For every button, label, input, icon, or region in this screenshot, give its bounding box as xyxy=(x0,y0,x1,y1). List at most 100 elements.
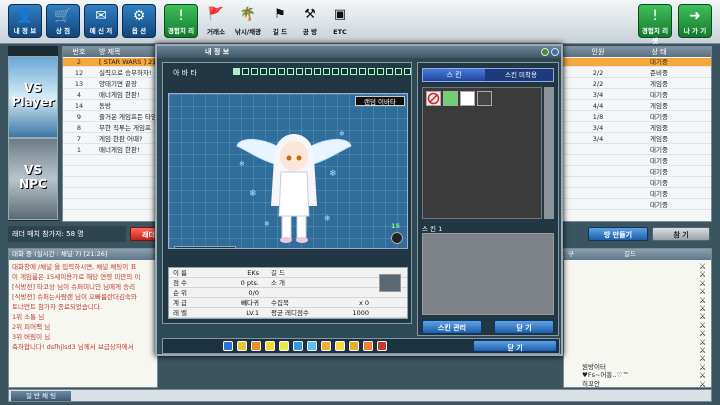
svg-text:❄: ❄ xyxy=(249,189,257,199)
avatar-slot[interactable] xyxy=(269,68,276,75)
tab-skin[interactable]: 스 킨 xyxy=(423,69,485,81)
skin-green-icon[interactable] xyxy=(443,91,458,106)
avatar-slot[interactable] xyxy=(350,68,357,75)
create-room-button[interactable]: 방 만들기 xyxy=(588,227,648,241)
fishing-tool[interactable]: 🌴 낚시/채광 xyxy=(232,3,264,41)
stat-value: LV.1 xyxy=(246,309,259,317)
chat-line: 2위 피어팩 님 xyxy=(12,323,51,331)
avatar-slot[interactable] xyxy=(278,68,285,75)
etc-tool[interactable]: ▣ ETC xyxy=(326,3,354,41)
avatar-slot[interactable] xyxy=(368,68,375,75)
guild-tool[interactable]: ⚑ 길 드 xyxy=(266,3,294,41)
palette-item[interactable] xyxy=(223,341,233,351)
avatar-slot[interactable] xyxy=(242,68,249,75)
stat-value: EKs xyxy=(247,269,259,277)
exit-icon: ➜ xyxy=(689,8,701,24)
join-button[interactable]: 참 기 xyxy=(652,227,710,241)
room-number: 14 xyxy=(74,102,84,110)
workshop-tool[interactable]: ⚒ 공 방 xyxy=(296,3,324,41)
chat-line: 대화창에 /채널 을 입력하시면, 채널 채팅이 표 xyxy=(12,263,137,271)
tab-skin-unequipped[interactable]: 스킨 미착용 xyxy=(489,69,553,81)
avatar-slot[interactable] xyxy=(341,68,348,75)
top-toolbar: 👤 내 정 보 🛒 상 점 ✉ 메 신 저 ⚙ 옵 션 ! 경험치 리 🚩 거래소 🌴 낚시/… xyxy=(0,0,720,45)
chat-line: 토너먼트 참가자 종료되었습니다. xyxy=(12,303,102,311)
palette-item[interactable] xyxy=(279,341,289,351)
avatar-slot[interactable] xyxy=(323,68,330,75)
my-info-button[interactable]: 👤 내 정 보 xyxy=(8,4,42,38)
palette-item[interactable] xyxy=(293,341,303,351)
room-number: 9 xyxy=(76,113,82,121)
tab-user[interactable]: 구 xyxy=(568,249,574,260)
avatar-slot[interactable] xyxy=(377,68,384,75)
rotate-icon[interactable] xyxy=(391,232,403,244)
messenger-button[interactable]: ✉ 메 신 저 xyxy=(84,4,118,38)
skin-white-icon[interactable] xyxy=(460,91,475,106)
chat-line: [식방전] 슈퍼는사람랜 님이 오빠름란더김숙와 xyxy=(12,293,137,301)
options-button[interactable]: ⚙ 옵 션 xyxy=(122,4,156,38)
stat-label: 이 름 xyxy=(173,269,188,277)
trade-tool[interactable]: 🚩 거래소 xyxy=(202,3,230,41)
avatar-slot[interactable] xyxy=(332,68,339,75)
fishing-icon: 🌴 xyxy=(239,7,257,22)
skin-close-button[interactable]: 닫 기 xyxy=(494,320,554,334)
room-count: 2/2 xyxy=(592,69,604,77)
palette-item[interactable] xyxy=(335,341,345,351)
character-avatar: ❄ ❄ ❄ ❄ ❄ ❄ xyxy=(236,130,352,243)
avatar-slot[interactable] xyxy=(395,68,402,75)
palette-item[interactable] xyxy=(363,341,373,351)
room-status: 게임중 xyxy=(650,124,668,132)
level-badge: 15 xyxy=(391,222,401,230)
list-item[interactable]: 히꼬안 ⚔ xyxy=(564,380,711,389)
avatar-label: 아 바 타 xyxy=(173,69,197,77)
green-exclaim-icon: ! xyxy=(178,8,184,24)
palette-item[interactable] xyxy=(251,341,261,351)
palette-item[interactable] xyxy=(321,341,331,351)
palette-item[interactable] xyxy=(265,341,275,351)
skin-building-icon[interactable] xyxy=(477,91,492,106)
avatar-slot[interactable] xyxy=(260,68,267,75)
palette-item[interactable] xyxy=(307,341,317,351)
dialog-close-button[interactable]: 닫 기 xyxy=(473,340,557,352)
vs-player-button[interactable]: VS Player xyxy=(8,56,58,138)
avatar-slot[interactable] xyxy=(314,68,321,75)
exp-left-button[interactable]: ! 경험치 리 xyxy=(164,4,198,38)
avatar-slot[interactable] xyxy=(287,68,294,75)
room-number: 4 xyxy=(76,91,82,99)
skin-tabs: 스 킨 스킨 미착용 xyxy=(422,68,554,82)
avatar-slot[interactable] xyxy=(404,68,411,75)
palette-item[interactable] xyxy=(377,341,387,351)
room-status: 대기중 xyxy=(650,157,668,165)
avatar-slot[interactable] xyxy=(251,68,258,75)
avatar-slot[interactable] xyxy=(305,68,312,75)
palette-item[interactable] xyxy=(237,341,247,351)
room-status: 대기중 xyxy=(650,146,668,154)
minimize-icon[interactable] xyxy=(541,48,549,56)
shop-button[interactable]: 🛒 상 점 xyxy=(46,4,80,38)
avatar-slot[interactable] xyxy=(233,68,240,75)
skin-manage-button[interactable]: 스킨 관리 xyxy=(422,320,482,334)
stat-value: 0/0 xyxy=(248,289,259,297)
chat-mode-button[interactable]: 일 반 채 팅 xyxy=(11,391,71,401)
svg-text:❄: ❄ xyxy=(264,220,270,228)
chat-panel: 대화 중 (실시간 : 채널 7) [21:26] 대화창에 /채널 을 입력하… xyxy=(8,248,158,388)
exp-reset-button[interactable]: ! 경험치 리셋 xyxy=(638,4,672,45)
avatar-slot[interactable] xyxy=(296,68,303,75)
avatar-slot[interactable] xyxy=(359,68,366,75)
palette-item[interactable] xyxy=(349,341,359,351)
tab-guild[interactable]: 길드 xyxy=(624,249,636,260)
item-palette: 닫 기 xyxy=(162,338,560,354)
avatar-slot[interactable] xyxy=(386,68,393,75)
selected-skin-label: 스 킨 1 xyxy=(422,225,443,233)
no-skin-icon[interactable] xyxy=(426,91,441,106)
stats-panel: 이 름 EKs 길 드점 수 0 pts. 소 개순 위 0/0 계 급 빼다귀 수집북 x 0 레… xyxy=(168,267,408,319)
stat-row: 점 수 0 pts. 소 개 xyxy=(169,279,407,288)
chat-input-bar[interactable]: 일 반 채 팅 xyxy=(8,389,712,402)
stat-label: 순 위 xyxy=(173,289,188,297)
random-avatar-button[interactable]: 랜덤 이바타 xyxy=(355,96,405,106)
room-number: 1 xyxy=(76,146,82,154)
skin-scrollbar[interactable] xyxy=(544,87,554,219)
vs-npc-button[interactable]: VS NPC xyxy=(8,138,58,220)
close-icon[interactable] xyxy=(551,48,559,56)
exit-button[interactable]: ➜ 나 가 기 xyxy=(678,4,712,38)
room-count: 2/2 xyxy=(592,80,604,88)
